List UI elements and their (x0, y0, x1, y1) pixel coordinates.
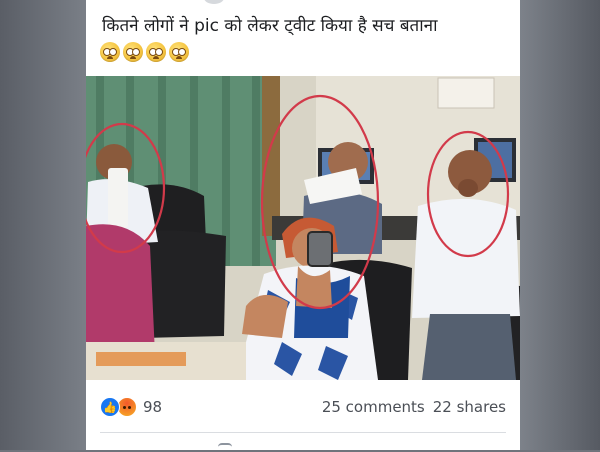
reaction-count: 98 (143, 398, 162, 416)
dizzy-face-icon (169, 42, 189, 62)
divider (100, 432, 506, 433)
avatar[interactable] (204, 0, 224, 4)
background-left-panel (0, 0, 86, 450)
post-card: कितने लोगों ने pic को लेकर ट्वीट किया है… (86, 0, 520, 450)
dizzy-face-icon (100, 42, 120, 62)
dizzy-face-icon (146, 42, 166, 62)
partial-icon (218, 443, 232, 452)
background-right-panel (520, 0, 600, 450)
like-icon: 👍 (100, 397, 120, 417)
shares-count-link[interactable]: 22 shares (433, 398, 506, 416)
post-stats: 25 comments 22 shares (322, 398, 506, 416)
comments-count-link[interactable]: 25 comments (322, 398, 425, 416)
reactions-summary[interactable]: 👍 98 (100, 397, 162, 417)
post-photo[interactable] (86, 76, 520, 380)
dizzy-face-icon (123, 42, 143, 62)
emoji-row (100, 42, 189, 62)
angry-icon (117, 397, 137, 417)
post-caption: कितने लोगों ने pic को लेकर ट्वीट किया है… (102, 14, 512, 38)
